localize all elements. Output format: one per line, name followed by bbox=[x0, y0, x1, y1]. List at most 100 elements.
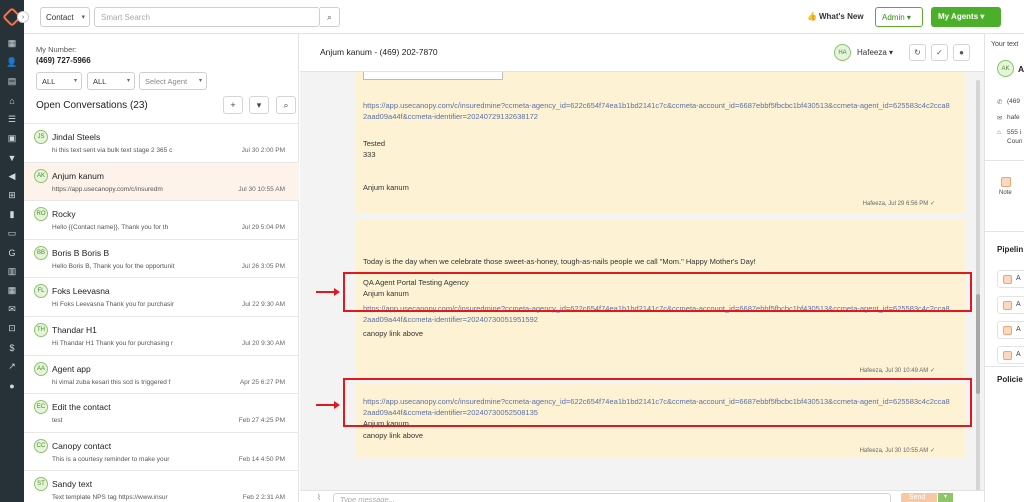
pipeline-item[interactable]: A bbox=[997, 321, 1024, 339]
chevron-down-icon: ▾ bbox=[81, 14, 85, 21]
conversation-name: Agent app bbox=[52, 363, 91, 374]
search-icon[interactable]: ⌕ bbox=[276, 96, 296, 114]
conversation-item[interactable]: EC Edit the contact test Feb 27 4:25 PM bbox=[24, 393, 299, 432]
conversation-item[interactable]: FL Foks Leevasna Hi Foks Leevasna Thank … bbox=[24, 277, 299, 316]
contact-address: 555 i bbox=[1007, 129, 1022, 136]
grid-icon[interactable]: ⊞ bbox=[0, 186, 24, 205]
inbox-icon[interactable]: ⊡ bbox=[0, 319, 24, 338]
compose-bar: ⌇ Type message... Send ▾ bbox=[300, 490, 984, 502]
contacts-icon[interactable]: 👤 bbox=[0, 53, 24, 72]
documents-icon[interactable]: ▤ bbox=[0, 72, 24, 91]
chat-scrollbar[interactable] bbox=[976, 80, 980, 492]
chart-icon[interactable]: ▮ bbox=[0, 205, 24, 224]
pipeline-item[interactable]: A bbox=[997, 296, 1024, 314]
smart-search-input[interactable]: Smart Search bbox=[94, 7, 320, 27]
admin-dropdown[interactable]: Admin ▾ bbox=[875, 7, 923, 27]
search-scope-select[interactable]: Contact ▾ bbox=[40, 7, 90, 27]
conversation-time: Jul 22 9:30 AM bbox=[242, 301, 285, 309]
conversation-item[interactable]: TH Thandar H1 Hi Thandar H1 Thank you fo… bbox=[24, 315, 299, 355]
my-number-label: My Number: bbox=[36, 45, 77, 54]
chat-panel: Anjum kanum - (469) 202-7870 HA Hafeeza … bbox=[300, 34, 984, 502]
conversation-time: Jul 26 3:05 PM bbox=[241, 262, 285, 270]
google-icon[interactable]: G bbox=[0, 243, 24, 262]
megaphone-icon[interactable]: ◀ bbox=[0, 167, 24, 186]
pipeline-item[interactable]: A bbox=[997, 346, 1024, 364]
conversation-name: Edit the contact bbox=[52, 402, 111, 413]
message-text: 333 bbox=[363, 150, 376, 159]
analytics-icon[interactable]: ↗ bbox=[0, 357, 24, 376]
message-text: canopy link above bbox=[363, 431, 424, 440]
contact-avatar: AK bbox=[997, 60, 1014, 77]
whats-new-link[interactable]: 👍 What's New bbox=[807, 12, 864, 21]
conversation-name: Jindal Steels bbox=[52, 132, 101, 142]
dashboard-icon[interactable]: ▦ bbox=[0, 34, 24, 53]
attach-icon[interactable]: ⌇ bbox=[317, 493, 321, 502]
message-footer: Hafeeza, Jul 30 10:55 AM ✓ bbox=[860, 447, 935, 454]
calendar-icon[interactable]: ▦ bbox=[0, 281, 24, 300]
message-link[interactable]: https://app.usecanopy.com/c/insuredmine?… bbox=[363, 100, 953, 122]
mail-icon[interactable]: ✉ bbox=[0, 300, 24, 319]
conversation-item[interactable]: BB Boris B Boris B Hello Boris B, Thank … bbox=[24, 238, 299, 278]
conversation-preview: Hi Thandar H1 Thank you for purchasing r bbox=[52, 339, 174, 347]
conversation-name: Boris B Boris B bbox=[52, 247, 110, 258]
notes-icon[interactable]: ▥ bbox=[0, 262, 24, 281]
collapse-rail-icon[interactable]: › bbox=[17, 11, 29, 23]
chat-scroll-thumb[interactable] bbox=[976, 294, 980, 394]
channel-filter[interactable]: ALL ▾ bbox=[87, 72, 135, 90]
conversation-time: Jul 29 5:04 PM bbox=[241, 224, 285, 232]
send-options-icon[interactable]: ▾ bbox=[938, 493, 953, 502]
conversation-preview: Hi Foks Leevasna Thank you for purchasir bbox=[52, 301, 174, 309]
pipeline-icon bbox=[1003, 301, 1012, 310]
chevron-down-icon: ▾ bbox=[73, 78, 77, 84]
chevron-down-icon: ▾ bbox=[198, 78, 202, 84]
message-text: canopy link above bbox=[363, 329, 424, 338]
send-button[interactable]: Send bbox=[901, 493, 937, 502]
status-filter[interactable]: ALL ▾ bbox=[36, 72, 82, 90]
card-icon[interactable]: ▣ bbox=[0, 129, 24, 148]
conversation-time: Jul 30 2:00 PM bbox=[241, 147, 285, 154]
conversation-item[interactable]: CC Canopy contact This is a courtesy rem… bbox=[24, 431, 299, 471]
conversation-name: Foks Leevasna bbox=[52, 286, 110, 297]
check-icon[interactable]: ✓ bbox=[931, 44, 948, 61]
contact-name: A bbox=[1018, 64, 1024, 74]
pipeline-item[interactable]: A bbox=[997, 270, 1024, 288]
dollar-icon[interactable]: $ bbox=[0, 338, 24, 357]
conversation-name: Rocky bbox=[52, 209, 76, 220]
conversation-item[interactable]: AA Agent app hi vimal zuba kesari this s… bbox=[24, 354, 299, 394]
conversation-item[interactable]: RO Rocky Hello {{Contact name}}, Thank y… bbox=[24, 200, 299, 239]
conversation-preview: This is a courtesy reminder to make your bbox=[52, 455, 170, 463]
agent-filter[interactable]: Select Agent ▾ bbox=[139, 72, 207, 90]
conversation-time: Feb 27 4:25 PM bbox=[238, 417, 285, 425]
message-text: Anjum kanum bbox=[363, 183, 409, 192]
my-agents-button[interactable]: My Agents ▾ bbox=[931, 7, 1001, 27]
conversation-item[interactable]: ST Sandy text Text template NPS tag http… bbox=[24, 470, 299, 502]
pipeline-label: A bbox=[1016, 301, 1021, 308]
conversation-item-active[interactable]: AK Anjum kanum https://app.usecanopy.com… bbox=[24, 161, 299, 201]
conversation-preview: https://app.usecanopy.com/c/insuredm bbox=[52, 185, 163, 193]
avatar: TH bbox=[34, 322, 48, 337]
conversation-item[interactable]: JS Jindal Steels hi this text sent via b… bbox=[24, 123, 299, 162]
chevron-down-icon: ▾ bbox=[980, 12, 985, 21]
search-icon[interactable]: ⌕ bbox=[320, 7, 340, 27]
refresh-icon[interactable]: ↻ bbox=[909, 44, 926, 61]
note-icon[interactable] bbox=[1001, 177, 1011, 187]
add-conversation-icon[interactable]: + bbox=[223, 96, 243, 114]
list-icon[interactable]: ☰ bbox=[0, 110, 24, 129]
conversation-time: Apr 25 6:27 PM bbox=[239, 378, 285, 386]
pipeline-label: A bbox=[1016, 351, 1021, 358]
chevron-down-icon: ▾ bbox=[126, 78, 130, 84]
image-thumbnail[interactable] bbox=[363, 72, 503, 80]
avatar: RO bbox=[34, 207, 48, 222]
message-input[interactable]: Type message... bbox=[333, 493, 891, 502]
user-icon[interactable]: ● bbox=[0, 376, 24, 395]
assigned-agent-dropdown[interactable]: Hafeeza ▾ bbox=[857, 48, 893, 57]
filter-icon[interactable]: ▼ bbox=[0, 148, 24, 167]
chevron-down-icon: ▾ bbox=[889, 48, 894, 57]
avatar: JS bbox=[34, 130, 48, 144]
folder-icon[interactable]: ▭ bbox=[0, 224, 24, 243]
user-icon[interactable]: ● bbox=[953, 44, 970, 61]
conversation-name: Sandy text bbox=[52, 479, 93, 490]
building-icon[interactable]: ⌂ bbox=[0, 91, 24, 110]
conversation-name: Anjum kanum bbox=[52, 170, 104, 181]
filter-icon[interactable]: ▾ bbox=[249, 96, 269, 114]
